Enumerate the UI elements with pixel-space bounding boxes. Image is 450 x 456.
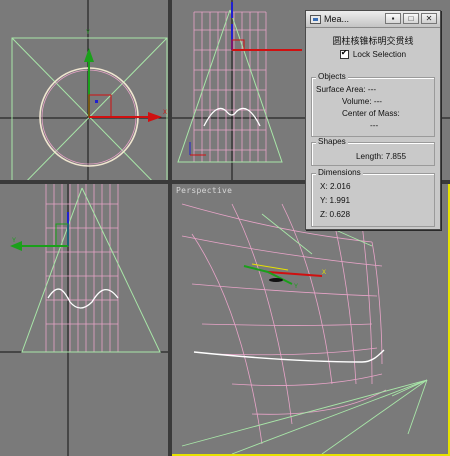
top-view-canvas: X Y <box>0 0 168 180</box>
x-axis-arrow <box>148 112 162 122</box>
x-axis-label: X <box>322 270 326 276</box>
dimensions-legend: Dimensions <box>316 168 363 177</box>
volume-text: Volume: --- <box>342 97 383 106</box>
minimize-button[interactable]: ▪ <box>385 13 401 24</box>
pivot-marker <box>95 100 98 103</box>
object-name: 圆柱核锥标明交贯线 <box>332 36 414 46</box>
y-axis-label: Y <box>294 284 298 290</box>
objects-group: Objects Surface Area: --- Volume: --- Ce… <box>311 72 435 137</box>
shapes-group: Shapes Length: 7.855 <box>311 137 435 166</box>
cylinder-wireframe <box>193 11 267 162</box>
left-view-canvas: Y <box>0 184 168 456</box>
cylinder-wireframe <box>45 184 119 352</box>
center-of-mass-label: Center of Mass: <box>342 109 400 118</box>
intersection-curve <box>193 349 385 363</box>
cone-wireframe <box>181 213 428 454</box>
close-button[interactable]: ✕ <box>421 13 437 24</box>
x-axis-label: X <box>163 110 167 116</box>
objects-legend: Objects <box>316 72 348 81</box>
dimension-y-text: Y: 1.991 <box>320 196 351 205</box>
y-axis-gizmo <box>243 265 269 273</box>
y-axis-label: Y <box>86 30 90 36</box>
app-icon <box>310 14 321 24</box>
intersection-curve <box>47 288 119 309</box>
cylinder-wireframe <box>181 203 387 445</box>
dialog-title: Mea... <box>324 14 350 24</box>
center-of-mass-value: --- <box>370 121 379 130</box>
dimension-x-text: X: 2.016 <box>320 182 351 191</box>
viewport-top[interactable]: X Y <box>0 0 168 180</box>
dimension-z-text: Z: 0.628 <box>320 210 351 219</box>
shapes-legend: Shapes <box>316 137 348 146</box>
dialog-titlebar[interactable]: Mea... ▪ □ ✕ <box>306 11 440 28</box>
maximize-button[interactable]: □ <box>403 13 419 24</box>
cone-wireframe <box>21 187 161 353</box>
measure-dialog: Mea... ▪ □ ✕ 圆柱核锥标明交贯线 Lock Selection Ob… <box>305 10 441 230</box>
length-text: Length: 7.855 <box>356 152 407 161</box>
lock-selection-row[interactable]: Lock Selection <box>306 48 440 59</box>
window-controls: ▪ □ ✕ <box>385 13 437 24</box>
lock-selection-checkbox[interactable] <box>339 48 349 59</box>
gizmo-shadow <box>269 278 283 282</box>
lock-selection-label[interactable]: Lock Selection <box>353 50 406 59</box>
viewport-separator-vertical[interactable] <box>168 0 172 456</box>
viewport-left[interactable]: Y <box>0 184 168 456</box>
y-axis-arrow <box>84 48 94 62</box>
surface-area-text: Surface Area: --- <box>316 85 377 94</box>
dimensions-group: Dimensions X: 2.016 Y: 1.991 Z: 0.628 <box>311 168 435 227</box>
y-axis-label: Y <box>12 238 16 244</box>
